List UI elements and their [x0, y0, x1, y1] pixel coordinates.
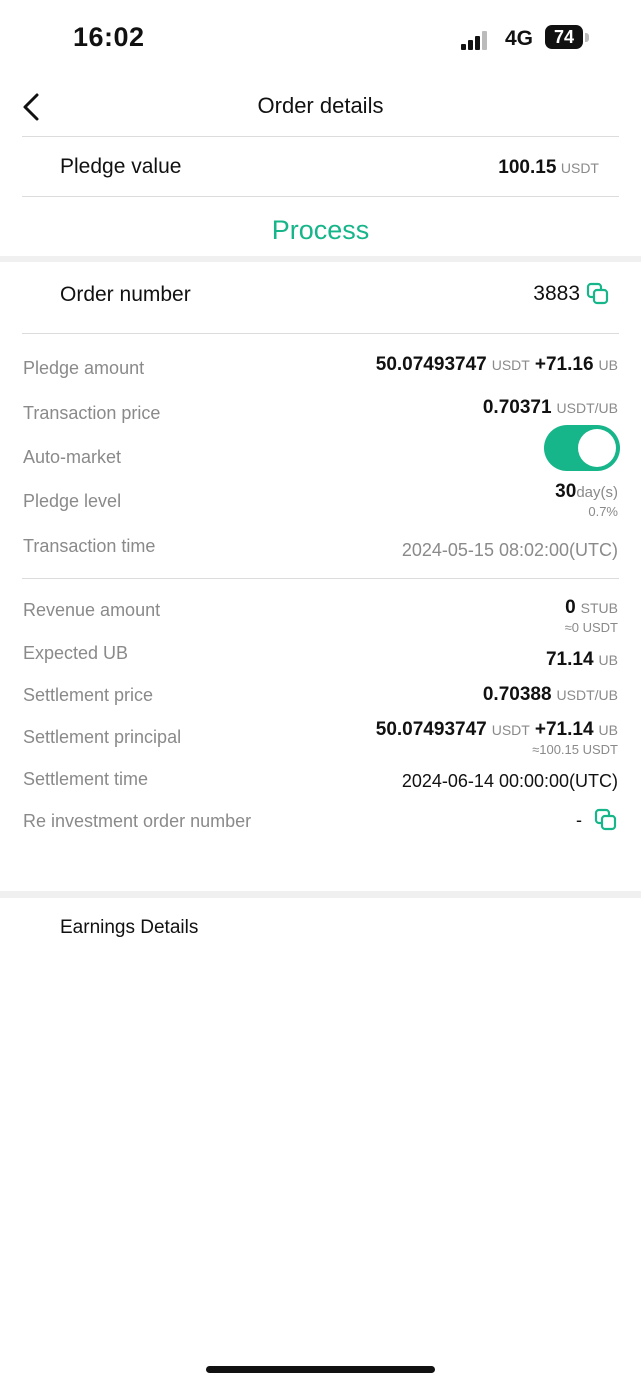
- order-number-label: Order number: [60, 283, 191, 306]
- auto-market-label: Auto-market: [23, 447, 122, 467]
- settlement-principal-label: Settlement principal: [23, 727, 182, 747]
- reinvestment-value: -: [576, 808, 618, 832]
- order-number-value: 3883: [533, 282, 580, 305]
- settlement-time-value: 2024-06-14 00:00:00(UTC): [401, 771, 618, 791]
- transaction-time-value: 2024-05-15 08:02:00(UTC): [401, 540, 618, 560]
- settlement-price-label: Settlement price: [23, 685, 154, 705]
- section-separator: [0, 256, 641, 262]
- copy-icon[interactable]: [594, 808, 618, 832]
- divider: [22, 578, 619, 579]
- settlement-principal-value: 50.07493747 USDT +71.14 UB: [375, 719, 618, 740]
- divider: [22, 196, 619, 197]
- transaction-price-label: Transaction price: [23, 403, 161, 423]
- expected-ub-label: Expected UB: [23, 643, 129, 663]
- settlement-principal-approx: ≈100.15 USDT: [532, 742, 618, 757]
- page-title: Order details: [257, 93, 384, 118]
- pledge-value-label: Pledge value: [60, 155, 182, 178]
- expected-ub-value: 71.14 UB: [545, 649, 618, 670]
- toggle-knob: [578, 429, 616, 467]
- signal-icon: [461, 28, 495, 50]
- transaction-time-label: Transaction time: [23, 536, 156, 556]
- battery-icon: 74: [545, 25, 583, 49]
- pledge-amount-label: Pledge amount: [23, 358, 145, 378]
- section-separator: [0, 891, 641, 898]
- order-number: 3883: [533, 282, 610, 306]
- pledge-level-rate: 0.7%: [588, 504, 618, 519]
- home-indicator[interactable]: [206, 1366, 435, 1373]
- earnings-details-title: Earnings Details: [60, 917, 199, 938]
- pledge-level-label: Pledge level: [23, 491, 122, 511]
- network-type: 4G: [505, 27, 534, 50]
- transaction-price-value: 0.70371 USDT/UB: [482, 397, 618, 418]
- status-time: 16:02: [73, 22, 145, 52]
- pledge-value-amount: 100.15: [498, 157, 557, 178]
- battery-cap: [585, 33, 589, 42]
- pledge-amount-value: 50.07493747 USDT +71.16 UB: [375, 354, 618, 375]
- settlement-price-value: 0.70388 USDT/UB: [482, 684, 618, 705]
- pledge-value: 100.15 USDT: [498, 157, 599, 179]
- copy-icon[interactable]: [586, 282, 610, 306]
- pledge-value-unit: USDT: [560, 160, 599, 176]
- settlement-time-label: Settlement time: [23, 769, 149, 789]
- process-status: Process: [271, 215, 370, 245]
- revenue-amount-approx: ≈0 USDT: [564, 620, 618, 635]
- auto-market-toggle[interactable]: [544, 425, 620, 471]
- divider: [22, 333, 619, 334]
- revenue-amount-value: 0 STUB: [565, 597, 618, 618]
- pledge-level-value: 30day(s): [555, 481, 618, 502]
- reinvestment-label: Re investment order number: [23, 811, 252, 831]
- divider: [22, 136, 619, 137]
- revenue-amount-label: Revenue amount: [23, 600, 161, 620]
